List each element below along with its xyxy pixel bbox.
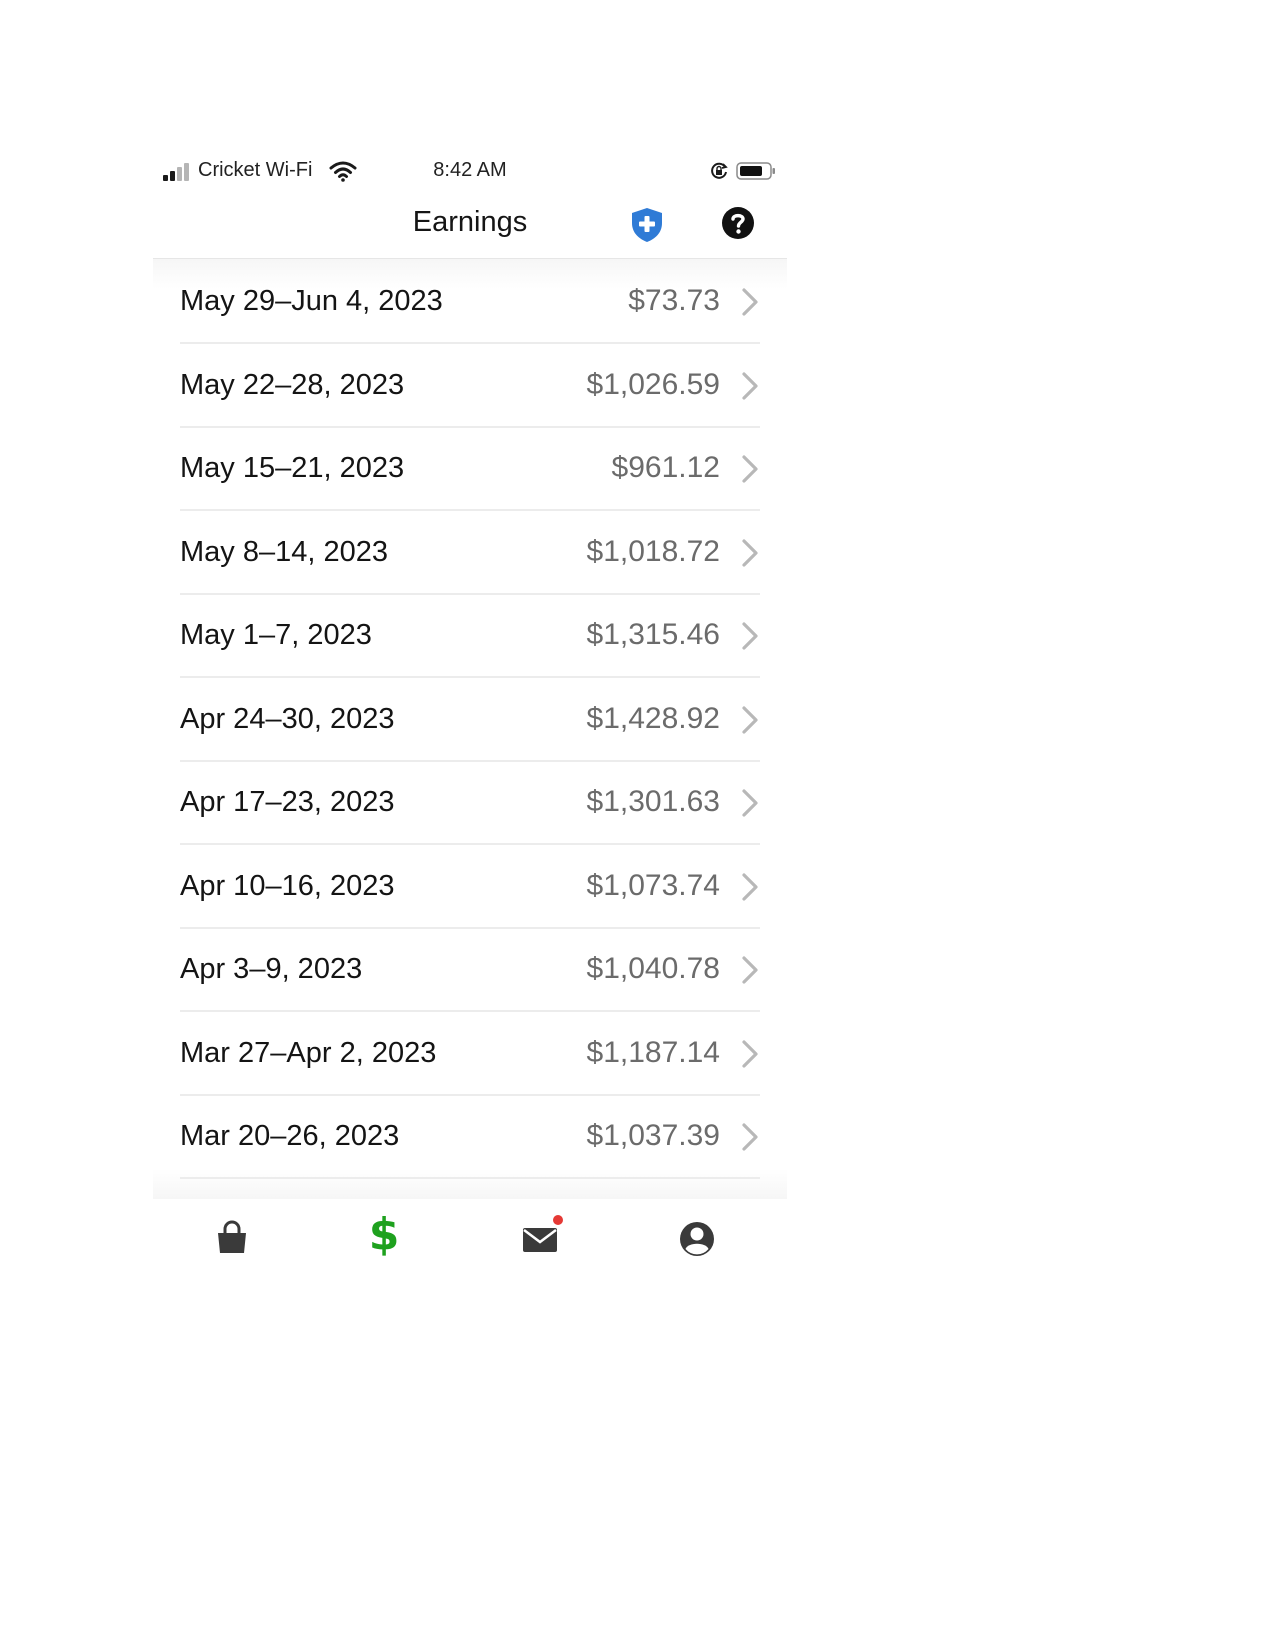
battery-icon bbox=[736, 161, 776, 181]
tab-account[interactable] bbox=[673, 1215, 721, 1263]
earnings-amount: $1,428.92 bbox=[586, 701, 720, 735]
earnings-row[interactable]: Apr 3–9, 2023 $1,040.78 bbox=[180, 927, 760, 1012]
earnings-row[interactable]: May 15–21, 2023 $961.12 bbox=[180, 426, 760, 511]
status-bar: Cricket Wi-Fi 8:42 AM bbox=[153, 150, 787, 192]
chevron-right-icon bbox=[740, 788, 760, 818]
notification-badge bbox=[553, 1215, 563, 1225]
chevron-right-icon bbox=[740, 1039, 760, 1069]
earnings-amount: $1,073.74 bbox=[586, 868, 720, 902]
earnings-amount: $1,187.14 bbox=[586, 1035, 720, 1069]
earnings-list: May 29–Jun 4, 2023 $73.73 May 22–28, 2023 $… bbox=[153, 259, 787, 1199]
earnings-row[interactable]: May 22–28, 2023 $1,026.59 bbox=[180, 343, 760, 428]
earnings-period: Apr 10–16, 2023 bbox=[180, 869, 395, 902]
earnings-amount: $1,301.63 bbox=[586, 785, 720, 818]
earnings-row[interactable]: May 8–14, 2023 $1,018.72 bbox=[180, 510, 760, 595]
page-title: Earnings bbox=[412, 206, 528, 238]
earnings-amount: $961.12 bbox=[611, 451, 720, 484]
chevron-right-icon bbox=[740, 955, 760, 985]
earnings-period: May 29–Jun 4, 2023 bbox=[180, 285, 443, 317]
earnings-amount: $1,018.72 bbox=[586, 534, 720, 568]
chevron-right-icon bbox=[740, 454, 760, 484]
shopping-bag-icon bbox=[218, 1220, 246, 1253]
earnings-amount: $1,026.59 bbox=[586, 367, 720, 401]
tab-messages[interactable] bbox=[517, 1215, 565, 1263]
account-icon bbox=[680, 1222, 714, 1256]
chevron-right-icon bbox=[740, 872, 760, 902]
chevron-right-icon bbox=[740, 1122, 760, 1152]
earnings-amount: $1,037.39 bbox=[586, 1119, 720, 1152]
earnings-amount: $1,040.78 bbox=[586, 952, 720, 985]
tab-bar: $ bbox=[153, 1199, 787, 1279]
status-time: 8:42 AM bbox=[433, 159, 507, 181]
earnings-period: Apr 17–23, 2023 bbox=[180, 786, 395, 818]
earnings-amount: $1,315.46 bbox=[586, 618, 720, 651]
help-button[interactable] bbox=[721, 206, 755, 240]
earnings-period: May 15–21, 2023 bbox=[180, 452, 405, 484]
earnings-row[interactable]: Mar 27–Apr 2, 2023 $1,187.14 bbox=[180, 1011, 760, 1096]
tab-earnings[interactable]: $ bbox=[360, 1209, 408, 1263]
earnings-row[interactable]: May 1–7, 2023 $1,315.46 bbox=[180, 593, 760, 678]
earnings-period: Mar 20–26, 2023 bbox=[180, 1120, 400, 1152]
chevron-right-icon bbox=[740, 538, 760, 568]
earnings-amount: $73.73 bbox=[628, 284, 720, 317]
earnings-period: Apr 24–30, 2023 bbox=[180, 702, 395, 735]
earnings-row[interactable]: Apr 10–16, 2023 $1,073.74 bbox=[180, 844, 760, 929]
earnings-row[interactable]: Mar 20–26, 2023 $1,037.39 bbox=[180, 1094, 760, 1179]
safety-shield-button[interactable] bbox=[629, 206, 665, 244]
chevron-right-icon bbox=[740, 621, 760, 651]
shield-plus-icon bbox=[632, 208, 662, 242]
header-bar: Earnings bbox=[153, 192, 787, 259]
earnings-row[interactable]: Apr 17–23, 2023 $1,301.63 bbox=[180, 760, 760, 845]
earnings-period: May 1–7, 2023 bbox=[180, 619, 372, 651]
earnings-row[interactable]: Apr 24–30, 2023 $1,428.92 bbox=[180, 677, 760, 762]
rotation-lock-icon bbox=[709, 161, 729, 181]
tab-shop[interactable] bbox=[208, 1215, 256, 1263]
chevron-right-icon bbox=[740, 705, 760, 735]
earnings-period: Apr 3–9, 2023 bbox=[180, 953, 363, 985]
earnings-row[interactable]: May 29–Jun 4, 2023 $73.73 bbox=[180, 259, 760, 344]
chevron-right-icon bbox=[740, 287, 760, 317]
earnings-period: May 8–14, 2023 bbox=[180, 535, 388, 568]
question-circle-icon bbox=[722, 207, 754, 239]
chevron-right-icon bbox=[740, 371, 760, 401]
earnings-period: Mar 27–Apr 2, 2023 bbox=[180, 1036, 437, 1069]
earnings-period: May 22–28, 2023 bbox=[180, 368, 405, 401]
phone-screen: Cricket Wi-Fi 8:42 AM Earnings May 29–Ju… bbox=[153, 150, 787, 1280]
dollar-sign-icon: $ bbox=[368, 1209, 400, 1260]
